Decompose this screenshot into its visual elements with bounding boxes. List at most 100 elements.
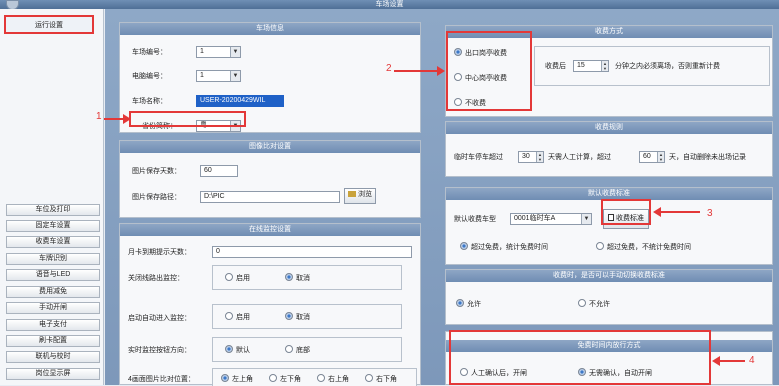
free-time-header: 免费时间内放行方式 <box>446 340 772 352</box>
auto-enter-group: 启用 取消 <box>212 304 402 329</box>
pc-id-select[interactable]: 1 ▼ <box>196 70 241 82</box>
callout-3: 3 <box>707 208 713 219</box>
spinner-icon[interactable]: ▲ ▼ <box>536 152 543 162</box>
position-bottom-right[interactable]: 右下角 <box>365 374 397 385</box>
delete-days-input[interactable]: 60 ▲ ▼ <box>639 151 665 163</box>
radio-icon <box>460 368 468 376</box>
free-time-panel: 免费时间内放行方式 人工确认后，开闸 无需确认，自动开闸 <box>445 331 773 385</box>
switch-disallow[interactable]: 不允许 <box>578 299 610 310</box>
charge-mode-exit[interactable]: 出口岗亭收费 <box>454 48 507 59</box>
path-label: 图片保存路径： <box>132 194 181 201</box>
sidebar-item-fixed-car[interactable]: 固定车设置 <box>6 220 100 232</box>
callout-2: 2 <box>386 63 392 74</box>
radio-icon <box>454 98 462 106</box>
temp-label: 临时车停车超过 <box>454 154 503 161</box>
radio-icon <box>285 345 293 353</box>
sidebar-item-voice-led[interactable]: 语音与LED <box>6 269 100 281</box>
sidebar-item-space-print[interactable]: 车位及打印 <box>6 204 100 216</box>
direction-label: 实时监控按钮方向： <box>128 347 191 354</box>
radio-icon <box>578 299 586 307</box>
parking-info-header: 车场信息 <box>120 23 420 35</box>
over-free-no-count[interactable]: 超过免费，不统计免费时间 <box>596 242 691 253</box>
province-select[interactable]: 粤 ▼ <box>196 120 241 132</box>
sidebar-item-charge-car[interactable]: 收费车设置 <box>6 236 100 248</box>
keep-days-input[interactable]: 60 <box>200 165 238 177</box>
radio-icon <box>225 312 233 320</box>
direction-bottom[interactable]: 底部 <box>285 345 310 356</box>
exit-monitor-cancel[interactable]: 取消 <box>285 273 310 284</box>
sidebar-item-e-payment[interactable]: 电子支付 <box>6 319 100 331</box>
radio-icon <box>285 273 293 281</box>
auto-enter-cancel[interactable]: 取消 <box>285 312 310 323</box>
pc-id-label: 电脑编号： <box>132 73 167 80</box>
manual-switch-header: 收费时，是否可以手动切换收费标准 <box>446 270 772 282</box>
radio-icon <box>454 73 462 81</box>
window-menu-icon[interactable] <box>6 0 19 9</box>
chevron-down-icon: ▼ <box>581 214 591 224</box>
title-bar: 车场设置 <box>0 0 779 9</box>
temp-text: 天需人工计算，超过 <box>548 154 611 161</box>
default-standard-panel: 默认收费标准 默认收费车型 0001临时车A ▼ 收费标准 超过免费，统计免费时… <box>445 187 773 265</box>
spinner-icon[interactable]: ▲ ▼ <box>657 152 664 162</box>
auto-enter-enable[interactable]: 启用 <box>225 312 250 323</box>
direction-default[interactable]: 默认 <box>225 345 250 356</box>
charge-standard-button[interactable]: 收费标准 <box>603 209 649 229</box>
sidebar-item-run-settings[interactable]: 运行设置 <box>4 15 94 34</box>
document-icon <box>608 214 614 221</box>
sidebar-item-card-config[interactable]: 刷卡配置 <box>6 335 100 347</box>
exit-monitor-group: 启用 取消 <box>212 265 402 290</box>
sidebar-item-plate-recognition[interactable]: 车牌识别 <box>6 253 100 265</box>
over-free-count[interactable]: 超过免费，统计免费时间 <box>460 242 548 253</box>
position-top-left[interactable]: 左上角 <box>221 374 253 385</box>
monthly-expire-label: 月卡到期提示天数： <box>128 249 191 256</box>
sidebar-item-post-display[interactable]: 岗位显示屏 <box>6 368 100 380</box>
charge-mode-header: 收费方式 <box>446 26 772 38</box>
charge-after-label: 收费后 <box>545 63 566 70</box>
free-auto-open[interactable]: 无需确认，自动开闸 <box>578 368 652 379</box>
image-compare-panel: 图像比对设置 图片保存天数： 60 图片保存路径： D:\PIC 浏览 <box>119 140 421 218</box>
position-label: 4画面图片比对位置： <box>128 376 195 383</box>
sidebar-item-manual-gate[interactable]: 手动开闸 <box>6 302 100 314</box>
charge-after-text: 分钟之内必须离场，否则重新计费 <box>615 63 720 70</box>
exit-monitor-enable[interactable]: 启用 <box>225 273 250 284</box>
path-input[interactable]: D:\PIC <box>200 191 340 203</box>
callout-4: 4 <box>749 355 755 366</box>
default-type-select[interactable]: 0001临时车A ▼ <box>510 213 592 225</box>
position-bottom-left[interactable]: 左下角 <box>269 374 301 385</box>
lot-id-select[interactable]: 1 ▼ <box>196 46 241 58</box>
free-manual-confirm[interactable]: 人工确认后，开闸 <box>460 368 527 379</box>
radio-icon <box>285 312 293 320</box>
arrow-4 <box>712 356 745 366</box>
switch-allow[interactable]: 允许 <box>456 299 481 310</box>
chevron-down-icon: ▼ <box>230 71 240 81</box>
manual-switch-panel: 收费时，是否可以手动切换收费标准 允许 不允许 <box>445 269 773 325</box>
sidebar-item-fee-reduction[interactable]: 费用减免 <box>6 286 100 298</box>
radio-icon <box>317 374 325 382</box>
sidebar-item-sync-time[interactable]: 联机与校时 <box>6 351 100 363</box>
radio-icon <box>460 242 468 250</box>
folder-icon <box>348 191 356 197</box>
radio-icon <box>221 374 229 382</box>
image-compare-header: 图像比对设置 <box>120 141 420 153</box>
radio-icon <box>578 368 586 376</box>
monthly-expire-input[interactable]: 0 <box>212 246 412 258</box>
charge-rules-header: 收费规则 <box>446 122 772 134</box>
browse-button[interactable]: 浏览 <box>344 188 376 204</box>
charge-mode-center[interactable]: 中心岗亭收费 <box>454 73 507 84</box>
charge-mode-free[interactable]: 不收费 <box>454 98 486 109</box>
position-group: 左上角 左下角 右上角 右下角 <box>212 368 417 386</box>
arrow-1 <box>104 114 131 124</box>
temp-days-input[interactable]: 30 ▲ ▼ <box>518 151 544 163</box>
position-top-right[interactable]: 右上角 <box>317 374 349 385</box>
default-standard-header: 默认收费标准 <box>446 188 772 200</box>
chevron-down-icon: ▼ <box>230 121 240 131</box>
lot-id-label: 车场编号： <box>132 49 167 56</box>
lot-name-input[interactable]: USER-20200429WIL <box>196 95 284 107</box>
default-type-label: 默认收费车型 <box>454 216 496 223</box>
charge-mode-panel: 收费方式 出口岗亭收费 中心岗亭收费 不收费 收费后 15 ▲ ▼ 分钟之内必须离… <box>445 25 773 117</box>
exit-monitor-label: 关闭线路出监控： <box>128 275 184 282</box>
minutes-input[interactable]: 15 ▲ ▼ <box>573 60 609 72</box>
arrow-2 <box>394 66 445 76</box>
radio-icon <box>456 299 464 307</box>
spinner-icon[interactable]: ▲ ▼ <box>601 61 608 71</box>
